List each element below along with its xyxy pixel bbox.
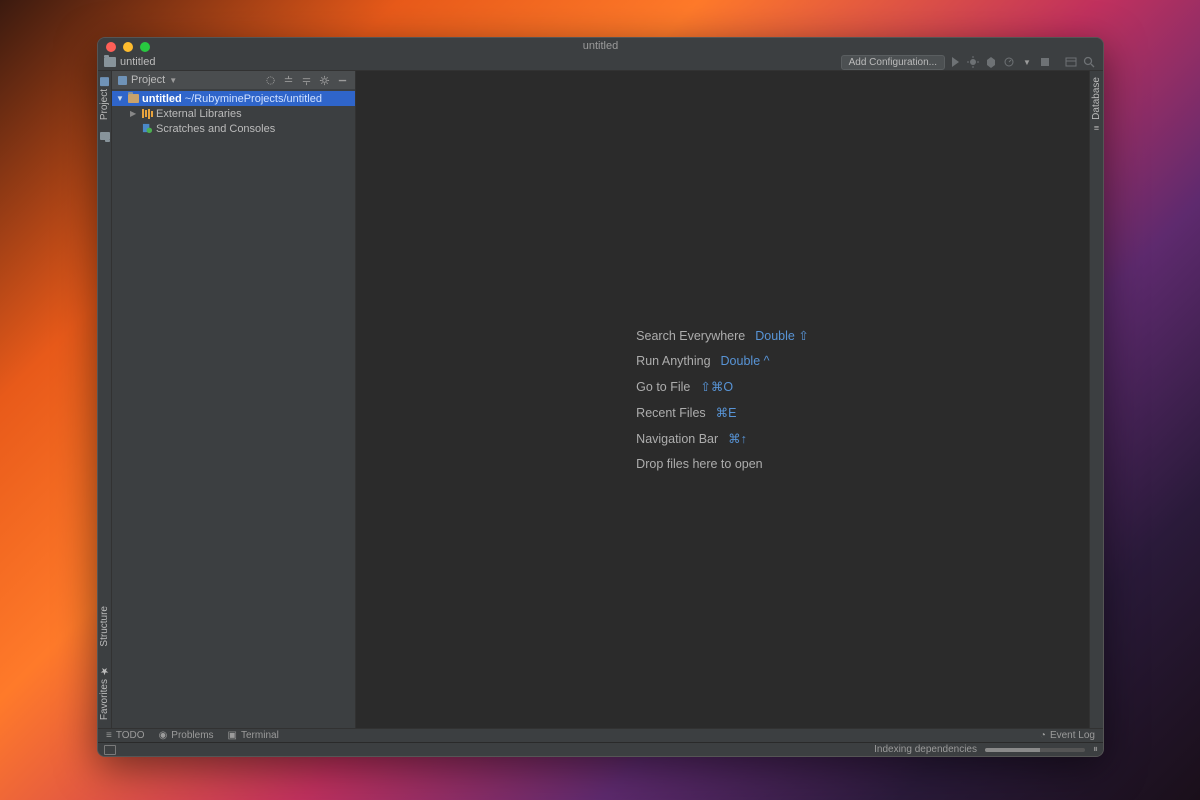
- hint-search-everywhere: Search Everywhere Double ⇧: [636, 328, 809, 343]
- stop-icon[interactable]: [1037, 54, 1053, 70]
- zoom-icon[interactable]: [140, 42, 150, 52]
- hint-label: Go to File: [636, 380, 690, 394]
- hint-label: Drop files here to open: [636, 457, 762, 471]
- coverage-icon[interactable]: [983, 54, 999, 70]
- expand-all-icon[interactable]: [281, 73, 295, 87]
- tree-external-libs-label: External Libraries: [156, 108, 242, 120]
- empty-editor-hints: Search Everywhere Double ⇧ Run Anything …: [636, 317, 809, 482]
- hint-shortcut: ⇧⌘O: [700, 379, 733, 394]
- window-title: untitled: [583, 40, 618, 52]
- project-tab-icon: [100, 77, 109, 86]
- sidebar-tab-favorites[interactable]: Favorites ★: [99, 665, 110, 720]
- hint-shortcut: Double ^: [721, 354, 770, 368]
- tree-root[interactable]: ▼ untitled ~/RubymineProjects/untitled: [112, 91, 355, 106]
- indexing-progress: [985, 748, 1085, 752]
- ide-window: untitled untitled Add Configuration... ▼: [97, 37, 1104, 757]
- run-icon[interactable]: [947, 54, 963, 70]
- status-bar: Indexing dependencies ⏸: [98, 742, 1103, 756]
- pause-icon[interactable]: ⏸: [1093, 744, 1097, 755]
- project-tree: ▼ untitled ~/RubymineProjects/untitled ▶…: [112, 89, 355, 138]
- collapse-all-icon[interactable]: [299, 73, 313, 87]
- sidebar-tab-structure[interactable]: Structure: [99, 606, 110, 647]
- more-dropdown-icon[interactable]: ▼: [1019, 54, 1035, 70]
- hint-label: Navigation Bar: [636, 432, 718, 446]
- hide-icon[interactable]: [335, 73, 349, 87]
- close-icon[interactable]: [106, 42, 116, 52]
- hint-label: Search Everywhere: [636, 329, 745, 343]
- tool-window-bar: ≡ TODO ◉ Problems ▣ Terminal ◔ Event Log: [98, 728, 1103, 742]
- chevron-down-icon[interactable]: ▼: [169, 76, 177, 85]
- hint-recent-files: Recent Files ⌘E: [636, 405, 809, 420]
- star-icon: ★: [100, 665, 109, 676]
- tree-external-libs[interactable]: ▶ External Libraries: [112, 106, 355, 121]
- hint-shortcut: ⌘↑: [728, 431, 747, 446]
- folder-icon: [104, 57, 116, 67]
- select-opened-file-icon[interactable]: [263, 73, 277, 87]
- scratches-icon: [141, 123, 153, 134]
- speech-icon: ◔: [1040, 730, 1046, 741]
- titlebar: untitled: [98, 38, 1103, 54]
- chevron-down-icon: ▼: [116, 94, 124, 103]
- sidebar-tab-database-label: Database: [1091, 77, 1102, 120]
- hint-run-anything: Run Anything Double ^: [636, 354, 809, 368]
- tree-root-path: ~/RubymineProjects/untitled: [185, 93, 322, 105]
- sidebar-tab-bookmarks[interactable]: [100, 132, 110, 140]
- hint-shortcut: ⌘E: [716, 405, 737, 420]
- sidebar-tab-project[interactable]: Project: [99, 77, 110, 120]
- toolwin-event-log-label: Event Log: [1050, 730, 1095, 741]
- profile-icon[interactable]: [1001, 54, 1017, 70]
- sidebar-tab-database[interactable]: ≡ Database: [1091, 77, 1102, 133]
- toolwin-terminal[interactable]: ▣ Terminal: [228, 730, 279, 741]
- hint-go-to-file: Go to File ⇧⌘O: [636, 379, 809, 394]
- left-tool-strip: Project Structure Favorites ★: [98, 71, 112, 728]
- tree-scratches-label: Scratches and Consoles: [156, 123, 275, 135]
- hint-label: Run Anything: [636, 354, 710, 368]
- search-icon[interactable]: [1081, 54, 1097, 70]
- terminal-icon: ▣: [228, 730, 237, 741]
- folder-icon: [127, 93, 139, 104]
- toolwin-todo[interactable]: ≡ TODO: [106, 730, 145, 741]
- window-controls: [106, 42, 150, 52]
- project-view-icon: [118, 76, 127, 85]
- gear-icon[interactable]: [317, 73, 331, 87]
- library-icon: [141, 108, 153, 119]
- tool-windows-toggle-icon[interactable]: [104, 745, 116, 755]
- tree-root-name: untitled: [142, 93, 182, 105]
- project-panel: Project ▼ ▼ untitled ~/RubymineProjects/…: [112, 71, 356, 728]
- debug-icon[interactable]: [965, 54, 981, 70]
- project-panel-header: Project ▼: [112, 71, 355, 89]
- sidebar-tab-project-label: Project: [99, 89, 110, 120]
- database-icon: ≡: [1094, 123, 1099, 133]
- status-indexing-text: Indexing dependencies: [874, 744, 977, 755]
- toolwin-problems[interactable]: ◉ Problems: [159, 730, 214, 741]
- add-configuration-button[interactable]: Add Configuration...: [841, 55, 945, 70]
- toolwin-todo-label: TODO: [116, 730, 145, 741]
- list-icon: ≡: [106, 730, 112, 741]
- chevron-right-icon: ▶: [130, 109, 138, 118]
- folder-icon: [100, 132, 110, 140]
- tree-scratches[interactable]: Scratches and Consoles: [112, 121, 355, 136]
- minimize-icon[interactable]: [123, 42, 133, 52]
- warning-icon: ◉: [159, 730, 168, 741]
- hint-navigation-bar: Navigation Bar ⌘↑: [636, 431, 809, 446]
- sidebar-tab-favorites-label: Favorites: [99, 679, 110, 720]
- main-toolbar: untitled Add Configuration... ▼: [98, 54, 1103, 71]
- hint-shortcut: Double ⇧: [755, 328, 809, 343]
- sidebar-tab-structure-label: Structure: [99, 606, 110, 647]
- toolwin-terminal-label: Terminal: [241, 730, 279, 741]
- toolwin-event-log[interactable]: ◔ Event Log: [1040, 730, 1095, 741]
- hint-label: Recent Files: [636, 406, 705, 420]
- hint-drop-files: Drop files here to open: [636, 457, 809, 471]
- toolwin-problems-label: Problems: [171, 730, 213, 741]
- right-tool-strip: ≡ Database: [1089, 71, 1103, 728]
- breadcrumb-project[interactable]: untitled: [120, 56, 155, 68]
- editor-area[interactable]: Search Everywhere Double ⇧ Run Anything …: [356, 71, 1089, 728]
- project-panel-title: Project: [131, 74, 165, 86]
- layout-icon[interactable]: [1063, 54, 1079, 70]
